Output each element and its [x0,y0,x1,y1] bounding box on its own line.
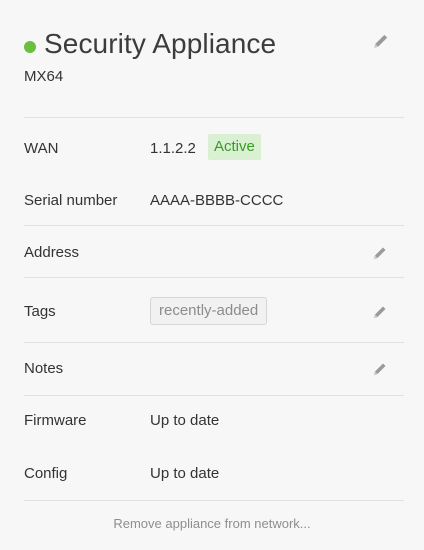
notes-row: Notes [24,354,404,384]
remove-appliance-link[interactable]: Remove appliance from network... [0,516,424,531]
model-name: MX64 [24,68,64,85]
divider [24,395,404,396]
serial-row: Serial number AAAA-BBBB-CCCC [24,186,404,216]
pencil-icon[interactable] [372,304,388,320]
divider [24,277,404,278]
divider [24,500,404,501]
serial-label: Serial number [24,192,118,209]
appliance-details-panel: Security Appliance MX64 WAN 1.1.2.2 Acti… [0,0,424,550]
tags-label: Tags [24,303,56,320]
pencil-icon[interactable] [372,361,388,377]
wan-label: WAN [24,140,59,157]
status-badge: Active [208,134,261,160]
status-indicator [24,41,36,53]
firmware-row: Firmware Up to date [24,406,404,436]
divider [24,225,404,226]
divider [24,342,404,343]
config-value: Up to date [150,465,220,482]
tag-chip[interactable]: recently-added [150,297,268,325]
pencil-icon[interactable] [372,32,390,50]
pencil-icon[interactable] [372,245,388,261]
wan-row: WAN 1.1.2.2 Active [24,134,404,164]
notes-label: Notes [24,360,64,377]
address-label: Address [24,244,80,261]
divider [24,117,404,118]
firmware-label: Firmware [24,412,87,429]
wan-ip: 1.1.2.2 [150,140,196,157]
appliance-header: Security Appliance MX64 [24,28,404,98]
address-row: Address [24,238,404,268]
config-label: Config [24,465,68,482]
page-title: Security Appliance [44,28,277,59]
tags-row: Tags recently-added [24,297,404,327]
serial-value: AAAA-BBBB-CCCC [150,192,284,209]
config-row: Config Up to date [24,459,404,489]
firmware-value: Up to date [150,412,220,429]
